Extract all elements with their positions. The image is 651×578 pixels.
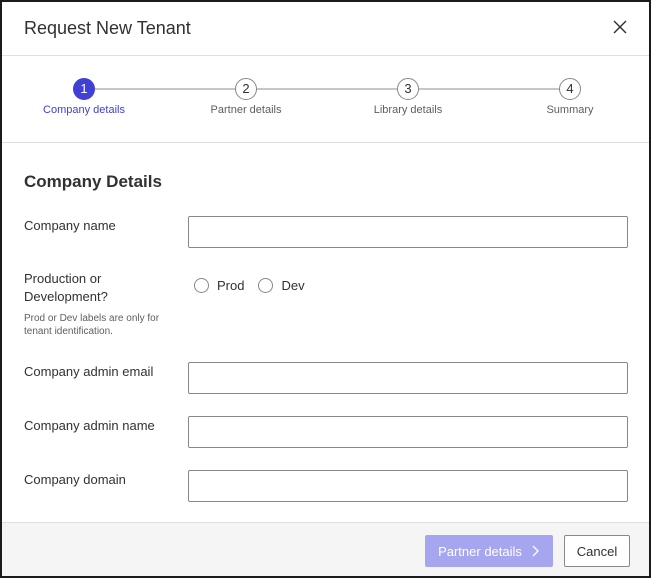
- dialog-footer: Partner details Cancel: [2, 522, 649, 576]
- step-label: Company details: [43, 104, 125, 116]
- radio-circle-icon: [258, 278, 274, 293]
- domain-label: Company domain: [24, 472, 126, 487]
- step-number: 1: [73, 78, 95, 100]
- dialog-header: Request New Tenant: [2, 2, 649, 56]
- step-label: Partner details: [210, 104, 282, 116]
- environment-hint: Prod or Dev labels are only for tenant i…: [24, 313, 160, 337]
- step-label: Library details: [373, 104, 443, 116]
- dialog-title: Request New Tenant: [24, 18, 191, 38]
- chevron-right-icon: [532, 545, 539, 557]
- step-summary[interactable]: 4 Summary: [510, 78, 630, 116]
- environment-label-line2: Development?: [24, 289, 108, 304]
- section-title: Company Details: [24, 172, 162, 191]
- admin-email-input[interactable]: [188, 362, 628, 394]
- admin-email-label: Company admin email: [24, 364, 154, 379]
- step-library-details[interactable]: 3 Library details: [348, 78, 468, 116]
- radio-prod[interactable]: Prod: [194, 278, 244, 293]
- radio-circle-icon: [194, 278, 209, 293]
- stepper-connector: [84, 88, 570, 90]
- radio-dev[interactable]: Dev: [258, 278, 305, 293]
- radio-label: Dev: [281, 278, 305, 293]
- cancel-button[interactable]: Cancel: [564, 535, 630, 567]
- step-number: 3: [397, 78, 419, 100]
- step-company-details[interactable]: 1 Company details: [24, 78, 144, 116]
- next-partner-details-button[interactable]: Partner details: [425, 535, 553, 567]
- step-partner-details[interactable]: 2 Partner details: [186, 78, 306, 116]
- environment-label-line1: Production or: [24, 271, 102, 286]
- next-button-label: Partner details: [438, 543, 522, 559]
- company-name-label: Company name: [24, 218, 116, 233]
- close-button[interactable]: [609, 16, 631, 38]
- admin-name-input[interactable]: [188, 416, 628, 448]
- request-tenant-dialog: Request New Tenant 1 Company details 2 P…: [0, 0, 651, 578]
- step-number: 2: [235, 78, 257, 100]
- environment-radio-group: Prod Dev: [194, 278, 305, 293]
- step-number: 4: [559, 78, 581, 100]
- close-icon: [613, 20, 627, 34]
- company-name-input[interactable]: [188, 216, 628, 248]
- wizard-stepper: 1 Company details 2 Partner details 3 Li…: [2, 57, 649, 143]
- domain-input[interactable]: [188, 470, 628, 502]
- form-content: Company Details Company name Production …: [2, 144, 649, 522]
- radio-label: Prod: [217, 278, 245, 293]
- admin-name-label: Company admin name: [24, 418, 155, 433]
- step-label: Summary: [546, 104, 594, 116]
